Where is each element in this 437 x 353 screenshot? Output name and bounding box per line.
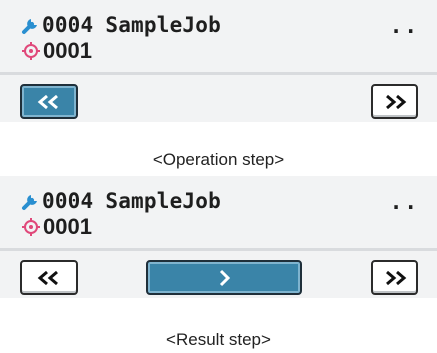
double-chevron-right-icon [385, 94, 406, 109]
job-number: 0004 [42, 189, 94, 213]
double-chevron-left-icon [37, 94, 58, 109]
job-name: SampleJob [105, 189, 221, 213]
operation-step-panel: 0004 SampleJob .. 0001 << >> [0, 0, 437, 122]
wrench-icon [21, 15, 41, 35]
divider [0, 72, 437, 75]
step-line: 0001 [21, 214, 92, 239]
menu-dots[interactable]: .. [390, 190, 419, 214]
target-icon [21, 41, 41, 61]
job-line: 0004 SampleJob [21, 13, 221, 37]
result-caption: <Result step> [166, 330, 271, 349]
target-icon [21, 217, 41, 237]
operation-caption: <Operation step> [152, 150, 285, 169]
double-chevron-right-icon [385, 270, 406, 285]
job-name: SampleJob [105, 13, 221, 37]
job-line: 0004 SampleJob [21, 189, 221, 213]
divider [0, 248, 437, 251]
run-step-button[interactable]: > [146, 260, 302, 295]
prev-button[interactable]: << [20, 84, 78, 119]
prev-button[interactable]: << [20, 260, 78, 295]
menu-dots[interactable]: .. [390, 14, 419, 38]
next-button[interactable]: >> [371, 260, 418, 295]
double-chevron-left-icon [37, 270, 58, 285]
wrench-icon [21, 191, 41, 211]
job-number: 0004 [42, 13, 94, 37]
step-number: 0001 [43, 214, 92, 239]
chevron-right-icon [219, 269, 231, 286]
result-step-panel: 0004 SampleJob .. 0001 << > [0, 176, 437, 298]
step-line: 0001 [21, 38, 92, 63]
step-number: 0001 [43, 38, 92, 63]
next-button[interactable]: >> [371, 84, 418, 119]
